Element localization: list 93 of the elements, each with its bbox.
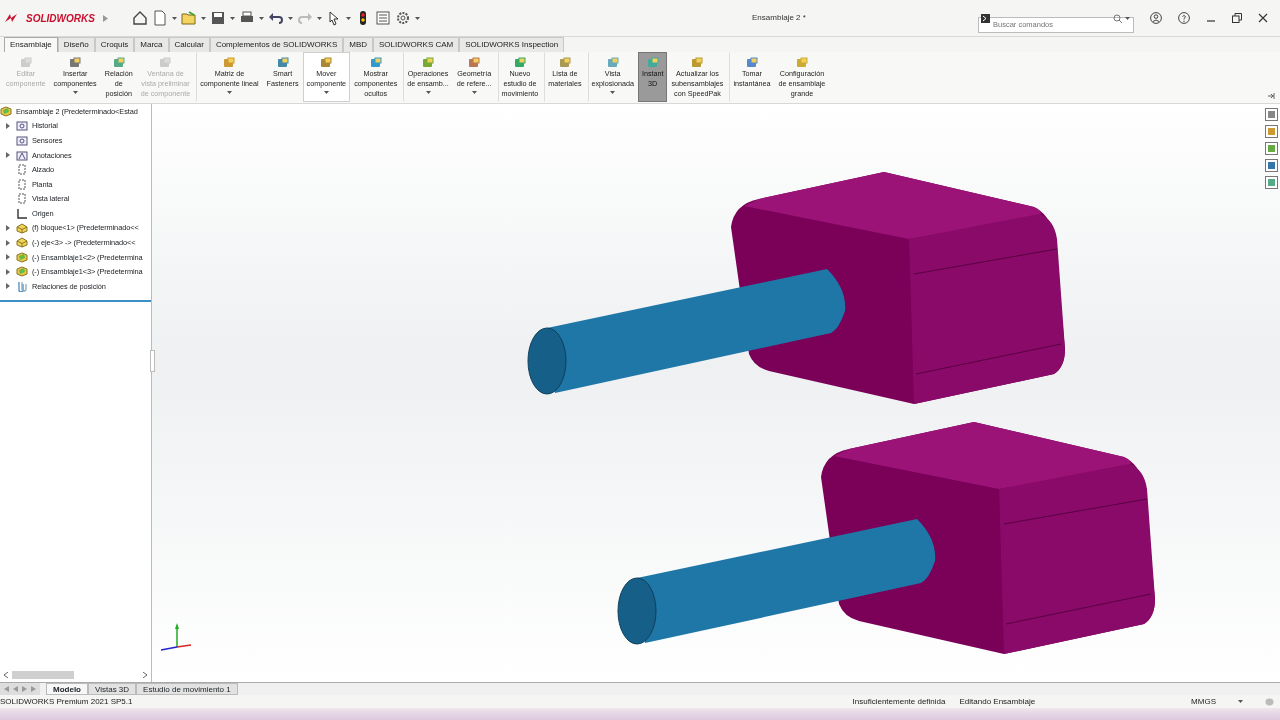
caret-icon[interactable] xyxy=(1125,16,1130,20)
part-icon xyxy=(16,222,28,234)
status-text: Insuficientemente definida xyxy=(852,695,946,708)
view-tab[interactable]: Vistas 3D xyxy=(88,683,137,695)
panel-icon[interactable] xyxy=(1265,125,1278,138)
caret-icon[interactable] xyxy=(345,16,351,20)
folder-icon xyxy=(16,120,28,132)
caret-icon[interactable] xyxy=(316,16,322,20)
panel-icon[interactable] xyxy=(1265,176,1278,189)
part-icon xyxy=(16,237,28,249)
expand-arrow-icon[interactable] xyxy=(6,122,10,129)
status-text: MMGS xyxy=(1191,695,1216,708)
caret-icon[interactable] xyxy=(229,16,235,20)
paperclip-icon xyxy=(16,280,28,292)
folder-icon xyxy=(16,149,28,161)
status-text: SOLIDWORKS Premium 2021 SP5.1 xyxy=(0,695,133,708)
ribbon-tab[interactable]: SOLIDWORKS Inspection xyxy=(459,37,565,52)
tool-icon xyxy=(746,57,758,69)
expand-arrow-icon[interactable] xyxy=(6,283,10,290)
caret-icon[interactable] xyxy=(414,16,420,20)
caret-icon[interactable] xyxy=(200,16,206,20)
tool-icon xyxy=(468,57,481,69)
status-text: Editando Ensamblaje xyxy=(959,695,1036,708)
assembly-icon xyxy=(16,251,28,263)
tool-icon xyxy=(691,57,704,69)
expand-arrow-icon[interactable] xyxy=(6,268,10,275)
triad-icon xyxy=(160,623,192,651)
tool-icon xyxy=(514,57,526,69)
expand-arrow-icon[interactable] xyxy=(6,254,10,261)
tool-icon xyxy=(159,57,172,69)
close-icon[interactable] xyxy=(1258,13,1268,23)
tool-icon xyxy=(320,57,333,69)
assembly-icon xyxy=(0,105,12,117)
scrollbar-thumb[interactable] xyxy=(12,671,74,679)
ribbon-tab[interactable]: SOLIDWORKS CAM xyxy=(373,37,460,52)
caret-icon[interactable] xyxy=(610,91,616,94)
ribbon-tab[interactable]: MBD xyxy=(343,37,374,52)
ribbon-tab[interactable]: Croquis xyxy=(94,37,135,52)
caret-icon[interactable] xyxy=(72,91,78,94)
ribbon-tab[interactable]: Marca xyxy=(134,37,169,52)
app-name: SOLIDWORKS xyxy=(26,11,95,26)
expand-arrow-icon[interactable] xyxy=(6,225,10,232)
home-icon[interactable] xyxy=(131,10,148,26)
save-icon[interactable] xyxy=(209,10,226,26)
panel-icon[interactable] xyxy=(1265,108,1278,121)
tool-icon xyxy=(795,57,808,69)
panel-icon[interactable] xyxy=(1265,142,1278,155)
ribbon-tab[interactable]: Complementos de SOLIDWORKS xyxy=(209,37,344,52)
arrow-right-icon[interactable] xyxy=(102,14,108,22)
settings-icon[interactable] xyxy=(394,10,411,26)
caret-icon[interactable] xyxy=(471,91,477,94)
tool-icon xyxy=(19,57,32,69)
panel-icon[interactable] xyxy=(1265,159,1278,172)
caret-icon[interactable] xyxy=(226,91,232,94)
ribbon-tab[interactable]: Diseño xyxy=(57,37,95,52)
plane-icon xyxy=(16,178,28,190)
pin-icon[interactable] xyxy=(1268,93,1276,99)
tool-icon xyxy=(606,57,619,69)
view-tab[interactable]: Estudio de movimiento 1 xyxy=(136,683,238,695)
folder-icon xyxy=(16,135,28,146)
collapse-handle[interactable] xyxy=(150,350,155,372)
expand-arrow-icon[interactable] xyxy=(6,152,10,159)
view-tab[interactable]: Modelo xyxy=(46,683,88,695)
user-icon[interactable] xyxy=(1150,12,1162,24)
tool-icon xyxy=(646,57,659,69)
restore-icon[interactable] xyxy=(1232,13,1242,23)
tool-icon xyxy=(276,57,289,69)
plane-icon xyxy=(16,164,28,176)
plane-icon xyxy=(16,193,28,205)
tool-icon xyxy=(69,57,82,69)
scroll-left-icon[interactable] xyxy=(4,672,8,678)
scroll-right-icon[interactable] xyxy=(143,672,147,678)
search-icon[interactable] xyxy=(1113,13,1122,23)
tool-icon xyxy=(112,57,125,69)
caret-icon[interactable] xyxy=(171,16,177,20)
tool-icon xyxy=(558,57,571,69)
axes-icon xyxy=(16,207,28,219)
tool-icon xyxy=(369,57,382,69)
caret-icon[interactable] xyxy=(287,16,293,20)
tool-icon xyxy=(223,57,236,69)
terminal-icon xyxy=(981,13,990,23)
caret-icon[interactable] xyxy=(258,16,264,20)
ribbon-tab[interactable]: Ensamblaje xyxy=(4,37,58,52)
expand-arrow-icon[interactable] xyxy=(6,239,10,246)
caret-icon[interactable] xyxy=(323,91,329,94)
help-icon[interactable] xyxy=(1178,12,1190,24)
ribbon-tab[interactable]: Calcular xyxy=(168,37,210,52)
document-title: Ensamblaje 2 * xyxy=(752,12,806,24)
tool-icon xyxy=(422,57,435,69)
logo-icon xyxy=(4,13,18,23)
caret-icon[interactable] xyxy=(1238,700,1243,703)
caret-icon[interactable] xyxy=(425,91,431,94)
assembly-icon xyxy=(16,266,28,278)
